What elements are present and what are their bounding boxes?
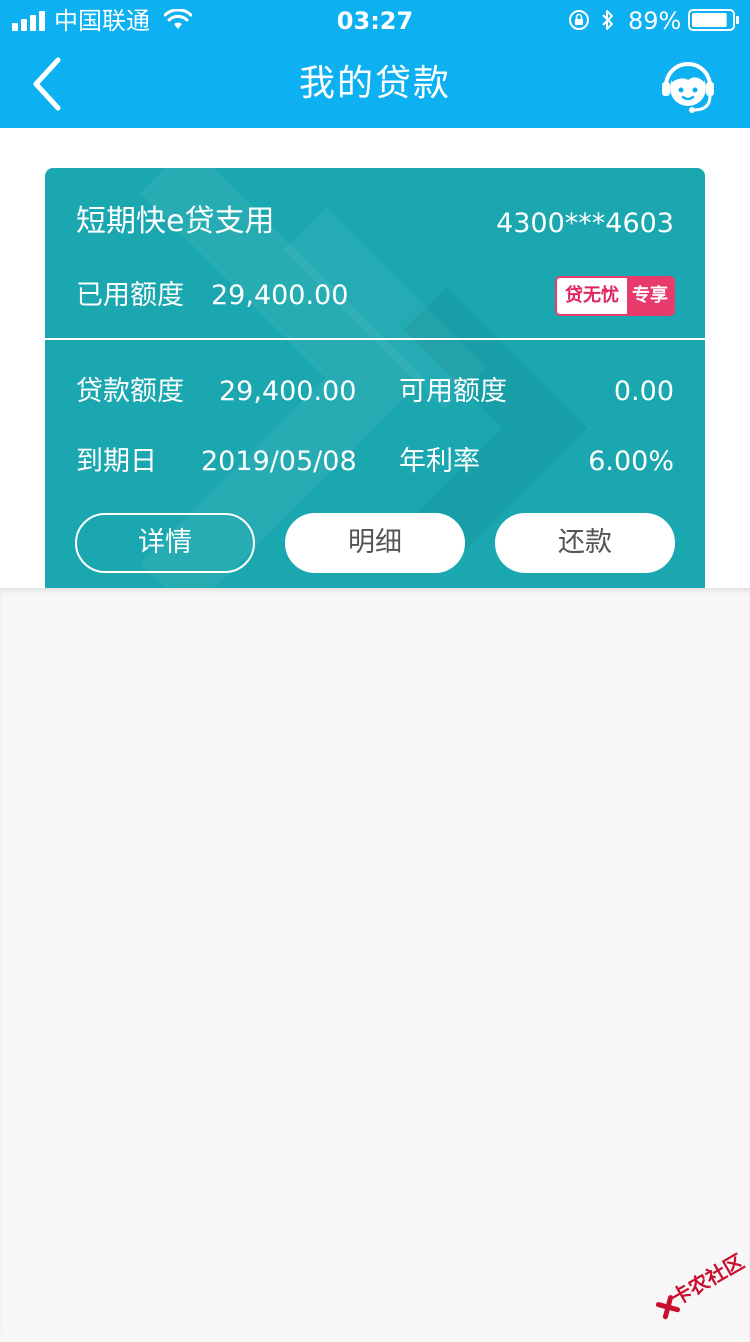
app-header: 中国联通 03:27 89% 我的贷款 xyxy=(0,0,750,128)
page-title: 我的贷款 xyxy=(298,63,451,104)
promo-badge-tag: 专享 xyxy=(627,278,673,314)
promo-badge-name: 贷无忧 xyxy=(557,278,627,314)
annual-rate-value: 6.00% xyxy=(588,446,674,477)
promo-badge[interactable]: 贷无忧 专享 xyxy=(555,276,675,316)
battery-icon xyxy=(688,9,739,31)
card-divider xyxy=(45,338,705,340)
empty-area xyxy=(0,588,750,1334)
used-amount-value: 29,400.00 xyxy=(211,280,349,311)
status-bar: 中国联通 03:27 89% xyxy=(0,0,750,40)
annual-rate-label: 年利率 xyxy=(399,446,480,477)
battery-percentage: 89% xyxy=(628,7,682,35)
repay-button[interactable]: 还款 xyxy=(495,513,675,573)
due-date-value: 2019/05/08 xyxy=(201,446,357,477)
details-button[interactable]: 详情 xyxy=(75,513,255,573)
rotation-lock-icon xyxy=(569,10,589,30)
available-limit-label: 可用额度 xyxy=(399,376,507,407)
used-amount-label: 已用额度 xyxy=(76,280,184,311)
available-limit-value: 0.00 xyxy=(613,376,674,407)
loan-account-number: 4300***4603 xyxy=(496,208,674,239)
due-date-label: 到期日 xyxy=(76,446,157,477)
loan-product-name: 短期快e贷支用 xyxy=(76,204,275,239)
loan-limit-label: 贷款额度 xyxy=(76,376,184,407)
loan-card: 短期快e贷支用 4300***4603 已用额度 29,400.00 贷无忧 专… xyxy=(45,168,705,588)
watermark-text: 卡农社区 xyxy=(666,1249,749,1311)
statement-button[interactable]: 明细 xyxy=(285,513,465,573)
loan-list: 短期快e贷支用 4300***4603 已用额度 29,400.00 贷无忧 专… xyxy=(0,128,750,588)
loan-limit-value: 29,400.00 xyxy=(219,376,357,407)
nav-bar: 我的贷款 xyxy=(0,40,750,128)
customer-service-button[interactable] xyxy=(656,54,720,118)
bluetooth-icon xyxy=(602,10,613,30)
